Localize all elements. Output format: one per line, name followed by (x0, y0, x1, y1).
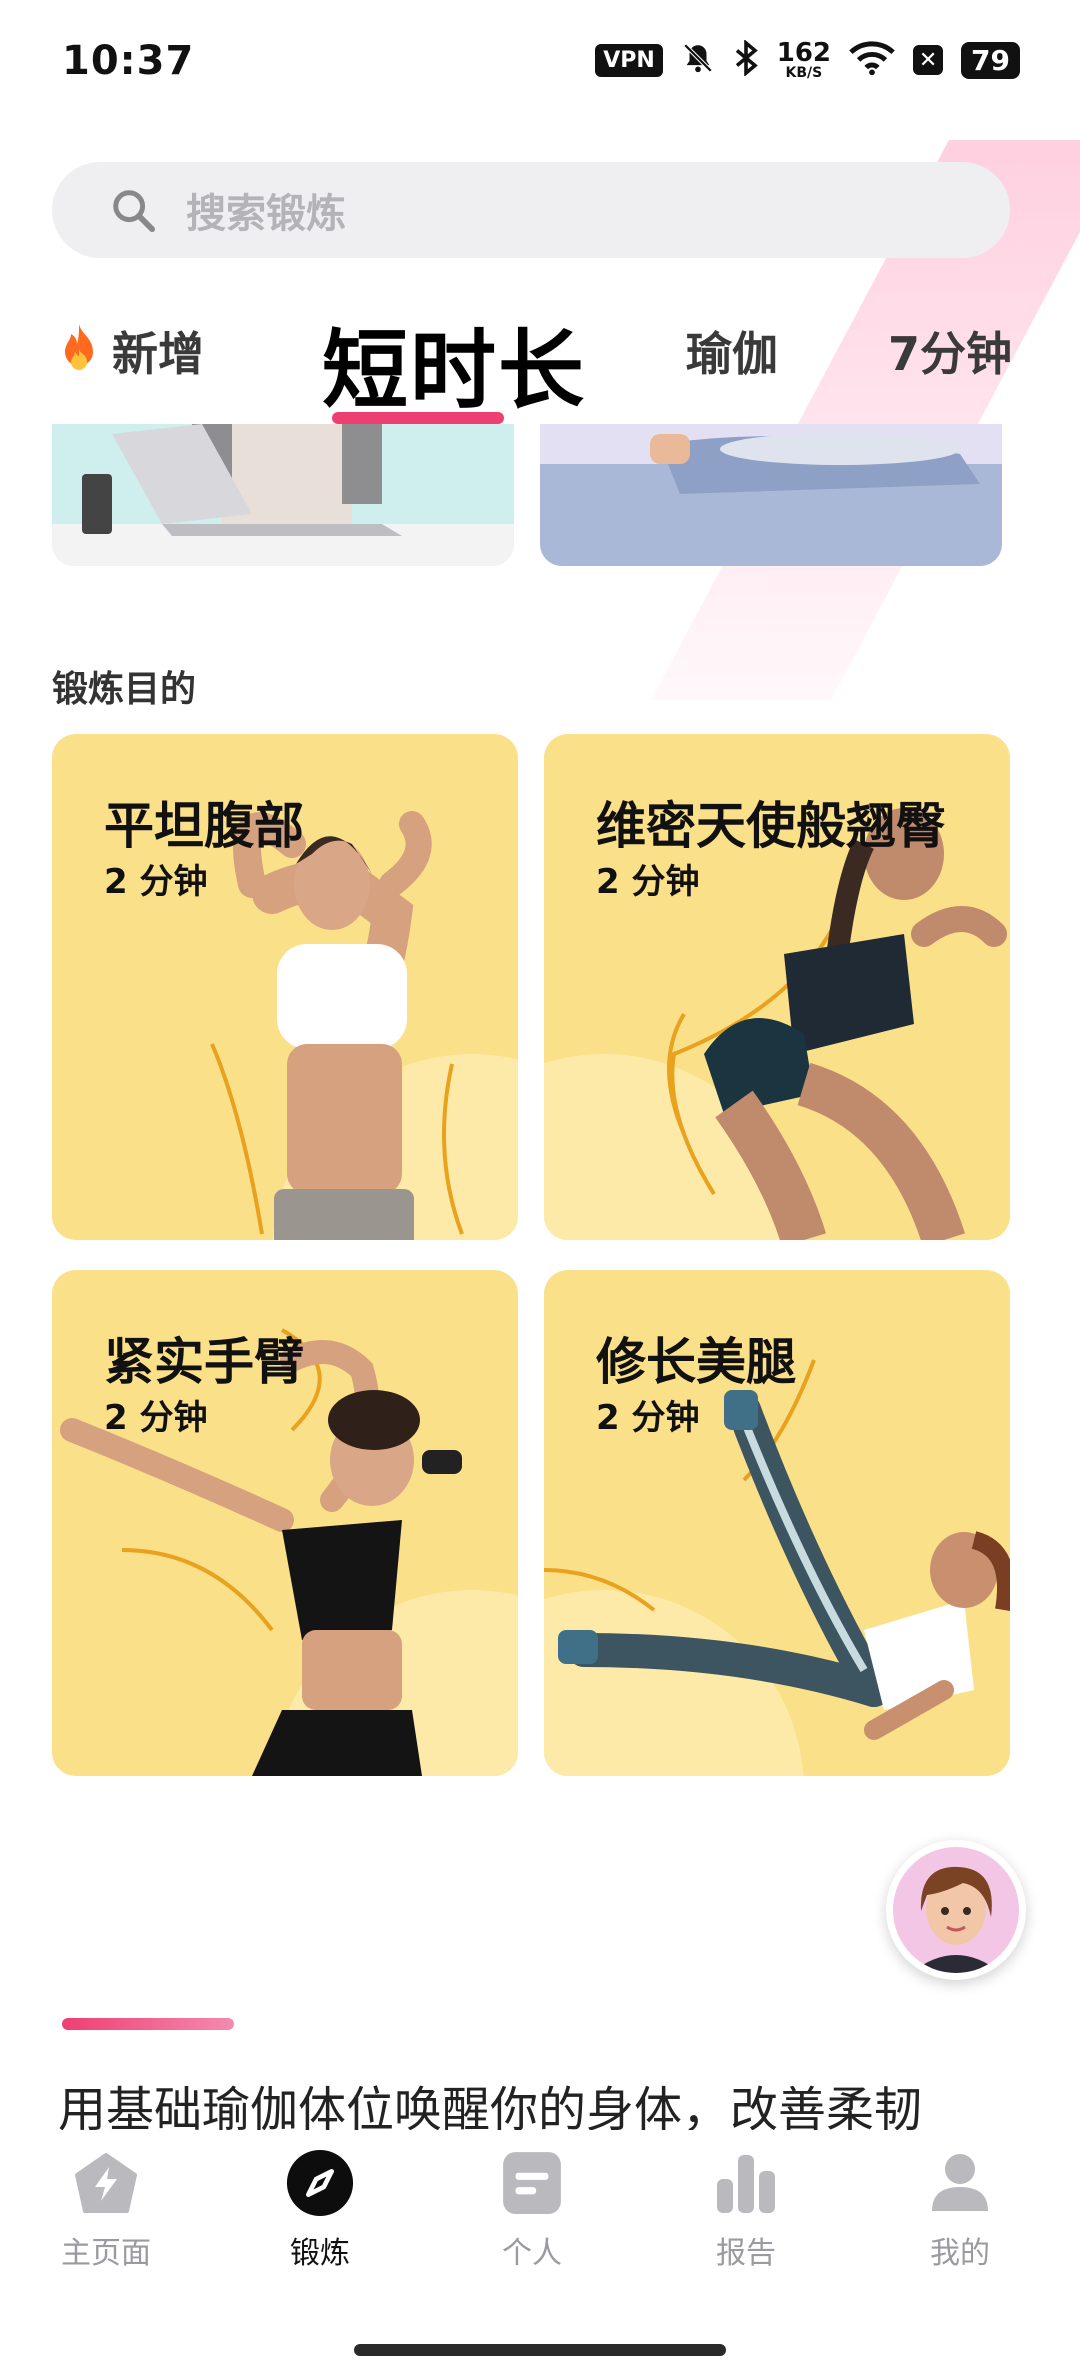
tab-short-duration[interactable]: 短时长 (322, 300, 586, 425)
net-speed: 162 KB/S (777, 40, 831, 80)
card-title: 维密天使般翘臀 (596, 797, 946, 855)
nav-label: 主页面 (61, 2236, 151, 2271)
tab-new[interactable]: 新增 (58, 318, 204, 384)
status-time: 10:37 (62, 38, 195, 84)
battery-icon: 79 (961, 41, 1020, 79)
vpn-badge: VPN (595, 43, 663, 77)
status-bar: 10:37 VPN 162 KB/S ✕ 79 (0, 0, 1080, 120)
nav-item-personal[interactable]: 个人 (442, 2148, 622, 2272)
bluetooth-icon (733, 39, 759, 80)
nav-label: 我的 (930, 2236, 990, 2271)
card-duration: 2 分钟 (104, 1398, 208, 1438)
workout-banner-bed[interactable] (540, 424, 1002, 566)
workout-banner-laptop[interactable] (52, 424, 514, 566)
search-bar[interactable]: 搜索锻炼 (52, 162, 1010, 258)
tab-7-minutes[interactable]: 7分钟 (888, 318, 1012, 384)
home-bolt-icon (71, 2148, 141, 2218)
assistant-avatar-icon (893, 1847, 1019, 1973)
nav-item-report[interactable]: 报告 (656, 2148, 836, 2272)
promo-accent-bar (62, 2018, 234, 2030)
bed-illustration (540, 433, 1002, 566)
tab-yoga[interactable]: 瑜伽 (686, 318, 778, 384)
card-duration: 2 分钟 (104, 862, 208, 902)
section-title: 锻炼目的 (52, 669, 197, 710)
fire-icon (58, 322, 100, 381)
nav-item-mine[interactable]: 我的 (870, 2148, 1050, 2272)
profile-icon (925, 2148, 995, 2218)
assistant-avatar-button[interactable] (886, 1840, 1026, 1980)
status-icons: VPN 162 KB/S ✕ 79 (595, 39, 1020, 80)
nav-label: 锻炼 (290, 2236, 350, 2271)
bar-chart-icon (711, 2148, 781, 2218)
nav-label: 个人 (502, 2236, 562, 2271)
card-title: 平坦腹部 (104, 797, 304, 855)
compass-icon (285, 2148, 355, 2218)
mute-bell-icon (681, 41, 715, 79)
card-title: 修长美腿 (596, 1333, 796, 1391)
nav-item-workout[interactable]: 锻炼 (230, 2148, 410, 2272)
laptop-illustration (52, 424, 514, 566)
net-speed-unit: KB/S (785, 65, 823, 81)
home-indicator[interactable] (354, 2344, 726, 2356)
active-tab-indicator (332, 412, 504, 424)
search-icon (110, 187, 156, 233)
notes-icon (497, 2148, 567, 2218)
workout-card-angel-glutes[interactable]: 维密天使般翘臀 2 分钟 (544, 734, 1010, 1240)
card-title: 紧实手臂 (104, 1333, 304, 1391)
workout-card-slim-legs[interactable]: 修长美腿 2 分钟 (544, 1270, 1010, 1776)
card-duration: 2 分钟 (596, 862, 700, 902)
search-placeholder: 搜索锻炼 (186, 191, 346, 237)
net-speed-value: 162 (776, 38, 832, 68)
close-box-icon: ✕ (913, 45, 944, 75)
card-duration: 2 分钟 (596, 1398, 700, 1438)
wifi-icon (849, 40, 895, 80)
tab-new-label: 新增 (112, 327, 204, 381)
workout-card-flat-abs[interactable]: 平坦腹部 2 分钟 (52, 734, 518, 1240)
nav-item-home[interactable]: 主页面 (16, 2148, 196, 2272)
nav-label: 报告 (716, 2236, 776, 2271)
workout-card-toned-arms[interactable]: 紧实手臂 2 分钟 (52, 1270, 518, 1776)
